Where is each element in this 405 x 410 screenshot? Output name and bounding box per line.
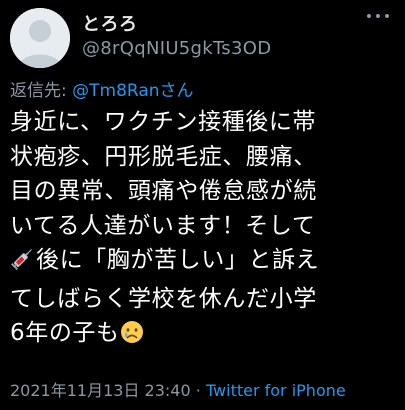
timestamp[interactable]: 2021年11月13日 23:40 [10, 381, 191, 400]
reply-to-line: 返信先: @Tm8Ranさん [10, 76, 194, 101]
tweet: とろろ @8rQqNIU5gkTs3OD 返信先: @Tm8Ranさん 身近に、… [0, 0, 405, 410]
avatar[interactable] [10, 8, 70, 68]
tweet-line: てしばらく学校を休んだ小学 [10, 285, 317, 312]
display-name[interactable]: とろろ [82, 10, 138, 36]
tweet-line: 身近に、ワクチン接種後に帯 [10, 109, 317, 135]
syringe-emoji [10, 245, 36, 282]
tweet-line-text: 6年の子も [10, 320, 120, 346]
tweet-meta: 2021年11月13日 23:40 · Twitter for iPhone [10, 377, 346, 401]
meta-separator: · [190, 381, 206, 400]
crying-face-emoji [120, 320, 144, 355]
more-options-icon[interactable] [367, 10, 389, 22]
user-handle[interactable]: @8rQqNIU5gkTs3OD [82, 38, 271, 59]
source-link[interactable]: Twitter for iPhone [206, 381, 346, 400]
tweet-line-with-emoji: 6年の子も [10, 316, 400, 355]
tweet-line: いてる人達がいます！そして [10, 212, 316, 239]
default-avatar-icon [10, 8, 70, 68]
reply-mention-link[interactable]: @Tm8Ranさん [72, 81, 193, 101]
tweet-text: 身近に、ワクチン接種後に帯 状疱疹、円形脱毛症、腰痛、 目の異常、頭痛や倦怠感が… [10, 105, 400, 355]
tweet-line: 状疱疹、円形脱毛症、腰痛、 [10, 143, 317, 170]
tweet-line-with-emoji: 後に「胸が苦しい」と訴え [10, 243, 400, 282]
tweet-line: 目の異常、頭痛や倦怠感が続 [10, 178, 317, 204]
tweet-line-text: 後に「胸が苦しい」と訴え [36, 247, 320, 273]
reply-label: 返信先: [10, 81, 73, 101]
